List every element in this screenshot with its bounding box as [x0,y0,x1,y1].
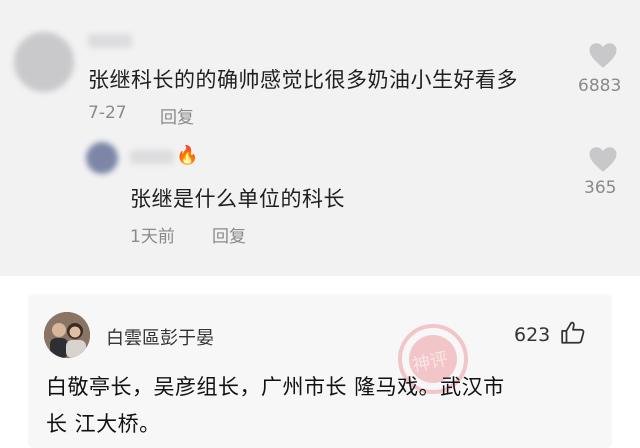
reply-name[interactable] [130,150,174,164]
heart-icon[interactable] [588,42,618,69]
thumbs-up-icon[interactable] [560,320,586,346]
avatar[interactable] [44,312,90,358]
comment-text: 张继科长的的确帅感觉比很多奶油小生好看多 [88,68,518,92]
reply-button[interactable]: 回复 [160,103,194,128]
reply-text: 张继是什么单位的科长 [130,187,345,211]
reply-date: 1天前 [130,227,175,247]
like-count: 623 [514,324,551,346]
commenter-avatar[interactable] [14,32,74,92]
commenter-name[interactable] [88,34,132,48]
comment-date: 7-27 [88,103,127,123]
like-count: 6883 [578,76,622,96]
reply-button[interactable]: 回复 [212,222,246,247]
username[interactable]: 白雲區彭于晏 [106,324,214,350]
fire-emoji: 🔥 [176,145,199,166]
like-count: 365 [584,178,617,198]
avatar-photo-icon [44,312,90,358]
reply-avatar[interactable] [86,142,118,174]
heart-icon[interactable] [588,146,618,173]
comment-text-line-2: 长 江大桥。 [46,412,161,436]
divider [0,276,640,294]
comment-text-line-1: 白敬亭长，吴彦组长，广州市长 隆马戏。武汉市 [46,375,505,399]
